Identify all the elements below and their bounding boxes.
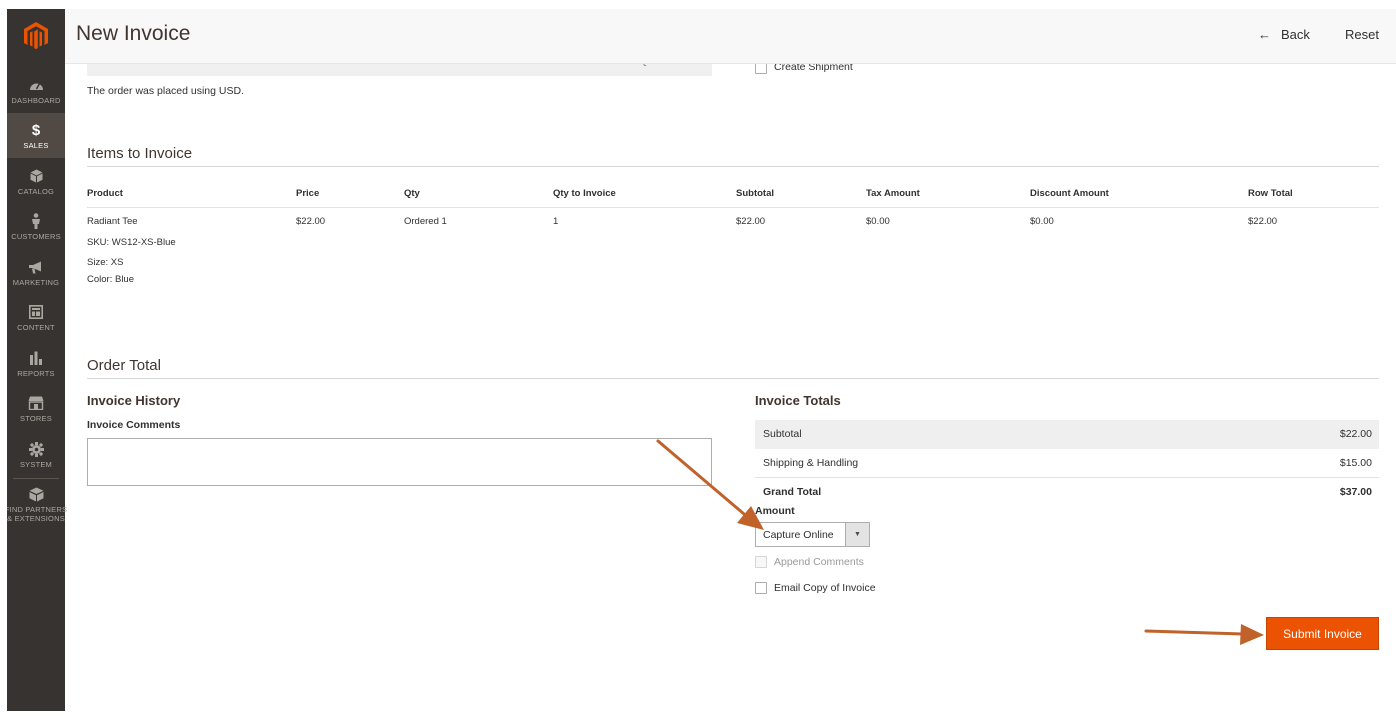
- section-divider: [87, 166, 1379, 167]
- sidebar-item-stores[interactable]: STORES: [7, 386, 65, 431]
- item-row-total: $22.00: [1248, 216, 1278, 227]
- store-icon: [28, 394, 44, 412]
- sidebar-item-reports[interactable]: REPORTS: [7, 341, 65, 386]
- grand-total-value: $37.00: [1339, 486, 1372, 498]
- product-size: Size: XS: [87, 257, 124, 268]
- chevron-down-icon: ▼: [845, 523, 869, 546]
- append-comments-label: Append Comments: [774, 556, 864, 568]
- sidebar-item-sales[interactable]: $ SALES: [7, 113, 65, 158]
- sidebar-item-content[interactable]: CONTENT: [7, 295, 65, 340]
- admin-sidebar: DASHBOARD $ SALES CATALOG CUSTOMERS MARK…: [7, 9, 68, 711]
- sidebar-item-customers[interactable]: CUSTOMERS: [7, 204, 65, 249]
- amount-label: Amount: [755, 505, 795, 517]
- dollar-icon: $: [31, 121, 41, 139]
- table-header-divider: [87, 207, 1379, 208]
- column-header-qty-to-invoice: Qty to Invoice: [553, 188, 616, 199]
- item-tax-amount: $0.00: [866, 216, 890, 227]
- page-title: New Invoice: [76, 22, 191, 45]
- sidebar-item-label: CUSTOMERS: [11, 232, 61, 241]
- arrow-left-icon: ←: [1258, 27, 1271, 42]
- megaphone-icon: [28, 258, 44, 276]
- item-qty-to-invoice: 1: [553, 216, 559, 227]
- product-sku: SKU: WS12-XS-Blue: [87, 237, 176, 248]
- capture-amount-select[interactable]: Capture Online ▼: [755, 522, 870, 547]
- column-header-product: Product: [87, 188, 123, 199]
- sidebar-item-label: CATALOG: [17, 187, 55, 196]
- sidebar-item-label: & EXTENSIONS: [7, 514, 65, 523]
- sidebar-item-label: STORES: [20, 414, 52, 423]
- invoice-history-title: Invoice History: [87, 393, 181, 408]
- dashboard-gauge-icon: [29, 76, 44, 94]
- main-content: Plan Number: 0MCKBZKS0KCQK0-YTLFJW The o…: [65, 9, 1396, 711]
- subtotal-value: $22.00: [1339, 428, 1372, 440]
- person-icon: [31, 212, 41, 230]
- bar-chart-icon: [29, 349, 43, 367]
- column-header-discount-amount: Discount Amount: [1030, 188, 1109, 199]
- totals-row-grand-total: Grand Total $37.00: [755, 478, 1379, 507]
- gear-icon: [28, 440, 44, 458]
- magento-logo-icon[interactable]: [7, 9, 65, 62]
- item-qty-ordered: Ordered 1: [404, 216, 447, 227]
- reset-button[interactable]: Reset: [1345, 27, 1379, 42]
- subtotal-label: Subtotal: [763, 428, 802, 440]
- email-copy-label: Email Copy of Invoice: [774, 582, 876, 594]
- sidebar-item-marketing[interactable]: MARKETING: [7, 250, 65, 295]
- column-header-tax-amount: Tax Amount: [866, 188, 920, 199]
- sidebar-item-label: SYSTEM: [19, 460, 53, 469]
- email-copy-checkbox[interactable]: [755, 582, 767, 594]
- back-label: Back: [1281, 27, 1310, 42]
- totals-row-subtotal: Subtotal $22.00: [755, 420, 1379, 449]
- section-divider: [87, 378, 1379, 379]
- capture-selected-value: Capture Online: [763, 529, 834, 541]
- column-header-qty: Qty: [404, 188, 420, 199]
- invoice-comments-textarea[interactable]: [87, 438, 712, 486]
- sidebar-item-dashboard[interactable]: DASHBOARD: [7, 68, 65, 113]
- items-section-title: Items to Invoice: [87, 145, 193, 162]
- sidebar-item-label: REPORTS: [17, 369, 55, 378]
- shipping-value: $15.00: [1339, 457, 1372, 469]
- sidebar-item-catalog[interactable]: CATALOG: [7, 159, 65, 204]
- sidebar-item-system[interactable]: SYSTEM: [7, 432, 65, 477]
- page-header: New Invoice ← Back Reset: [65, 9, 1396, 64]
- invoice-comments-label: Invoice Comments: [87, 419, 181, 431]
- package-icon: [29, 485, 44, 503]
- app-frame: DASHBOARD $ SALES CATALOG CUSTOMERS MARK…: [7, 9, 1396, 711]
- totals-row-shipping: Shipping & Handling $15.00: [755, 449, 1379, 478]
- shipping-label: Shipping & Handling: [763, 457, 859, 469]
- submit-invoice-button[interactable]: Submit Invoice: [1266, 617, 1379, 650]
- item-discount-amount: $0.00: [1030, 216, 1054, 227]
- sidebar-item-label: MARKETING: [12, 278, 60, 287]
- sidebar-item-find-partners[interactable]: FIND PARTNERS & EXTENSIONS: [7, 479, 68, 529]
- item-price: $22.00: [296, 216, 326, 227]
- back-button[interactable]: ← Back: [1258, 27, 1310, 42]
- layout-icon: [29, 303, 43, 321]
- sidebar-item-label: CONTENT: [17, 323, 55, 332]
- currency-note: The order was placed using USD.: [87, 85, 244, 97]
- sidebar-item-label: DASHBOARD: [11, 96, 61, 105]
- order-total-title: Order Total: [87, 357, 161, 374]
- append-comments-checkbox[interactable]: [755, 556, 767, 568]
- grand-total-label: Grand Total: [763, 486, 822, 498]
- item-subtotal: $22.00: [736, 216, 766, 227]
- sidebar-item-label: FIND PARTNERS: [7, 505, 68, 514]
- column-header-price: Price: [296, 188, 320, 199]
- column-header-row-total: Row Total: [1248, 188, 1293, 199]
- sidebar-item-label: SALES: [23, 141, 49, 150]
- product-name: Radiant Tee: [87, 216, 138, 227]
- cube-icon: [30, 167, 43, 185]
- product-color: Color: Blue: [87, 274, 134, 285]
- column-header-subtotal: Subtotal: [736, 188, 774, 199]
- invoice-totals-title: Invoice Totals: [755, 393, 841, 408]
